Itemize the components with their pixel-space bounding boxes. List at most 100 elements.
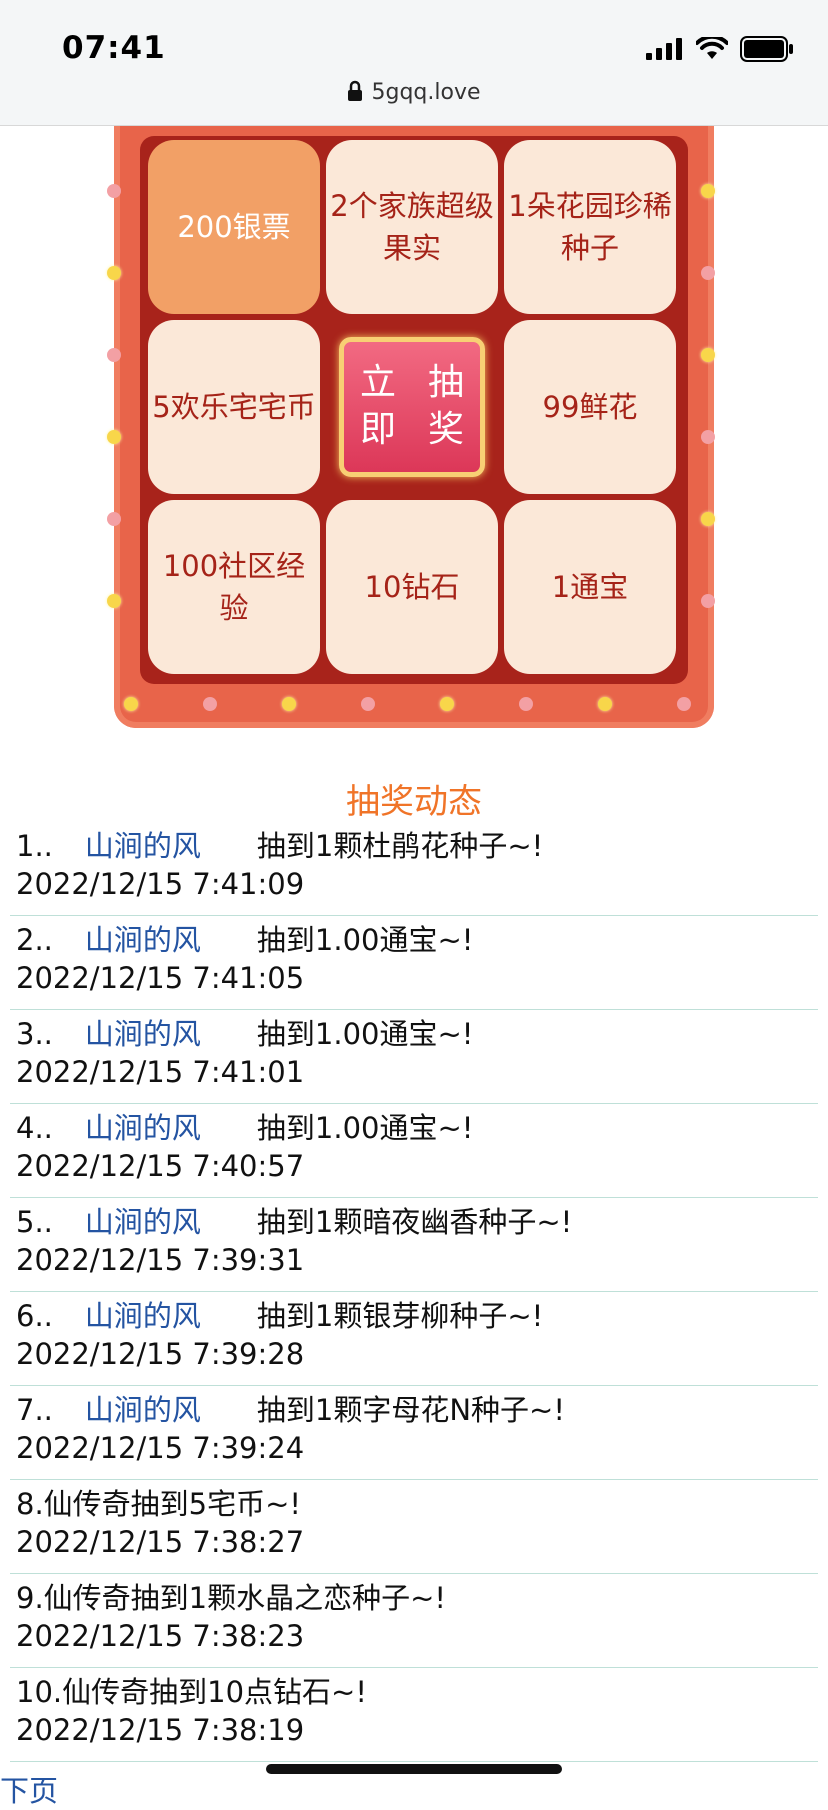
feed-item-line: 2.. 山涧的风 抽到1.00通宝~! (16, 916, 818, 959)
light-dot (282, 697, 296, 711)
feed-item-time: 2022/12/15 7:41:01 (16, 1055, 305, 1089)
feed-item-text: 抽到1颗暗夜幽香种子~! (256, 1205, 573, 1239)
feed-item-text: 抽到1颗银芽柳种子~! (256, 1299, 544, 1333)
feed-item-number: 7.. (16, 1393, 53, 1427)
feed-item-time: 2022/12/15 7:39:24 (16, 1431, 305, 1465)
feed-item-text: 仙传奇抽到1颗水晶之恋种子~! (43, 1581, 447, 1615)
url-text: 5gqq.love (371, 80, 481, 105)
feed-item-line: 3.. 山涧的风 抽到1.00通宝~! (16, 1010, 818, 1053)
feed-item: 7.. 山涧的风 抽到1颗字母花N种子~! 2022/12/15 7:39:24 (10, 1386, 818, 1480)
prize-cell-5: 99鲜花 (504, 320, 676, 494)
feed-item: 8.仙传奇抽到5宅币~! 2022/12/15 7:38:27 (10, 1480, 818, 1574)
lock-icon (347, 80, 363, 108)
feed-item-text: 仙传奇抽到10点钻石~! (62, 1675, 367, 1709)
feed-item-number: 5.. (16, 1205, 53, 1239)
prize-cell-2: 2个家族超级果实 (326, 140, 498, 314)
draw-button[interactable]: 立即 抽奖 (339, 337, 485, 477)
feed-title: 抽奖动态 (346, 782, 482, 822)
feed-item: 4.. 山涧的风 抽到1.00通宝~! 2022/12/15 7:40:57 (10, 1104, 818, 1198)
feed-item: 9.仙传奇抽到1颗水晶之恋种子~! 2022/12/15 7:38:23 (10, 1574, 818, 1668)
prize-cell-1: 200银票 (148, 140, 320, 314)
light-dot (124, 697, 138, 711)
light-dot (107, 348, 121, 362)
feed-item-number: 6.. (16, 1299, 53, 1333)
lottery-board: 200银票 2个家族超级果实 1朵花园珍稀种子 5欢乐宅宅币 立即 抽奖 99鲜花… (107, 110, 715, 728)
feed-item-number: 10. (16, 1675, 63, 1709)
battery-icon (740, 36, 793, 62)
signal-icon (646, 38, 682, 60)
feed-item-time: 2022/12/15 7:38:23 (16, 1619, 305, 1653)
feed-item-text: 仙传奇抽到5宅币~! (43, 1487, 302, 1521)
feed-item-line: 6.. 山涧的风 抽到1颗银芽柳种子~! (16, 1292, 818, 1335)
feed-item-number: 3.. (16, 1017, 53, 1051)
feed-item-user[interactable]: 山涧的风 (85, 923, 201, 957)
feed-item-user[interactable]: 山涧的风 (85, 1017, 201, 1051)
light-dot (440, 697, 454, 711)
feed-item-line: 5.. 山涧的风 抽到1颗暗夜幽香种子~! (16, 1198, 818, 1241)
light-dot (361, 697, 375, 711)
light-dot (701, 348, 715, 362)
feed-item-number: 4.. (16, 1111, 53, 1145)
feed-item: 3.. 山涧的风 抽到1.00通宝~! 2022/12/15 7:41:01 (10, 1010, 818, 1104)
light-dot (701, 512, 715, 526)
feed-item-user[interactable]: 山涧的风 (85, 1299, 201, 1333)
feed-item-user[interactable]: 山涧的风 (85, 1205, 201, 1239)
address-bar[interactable]: 5gqq.love (0, 80, 828, 108)
feed-item-line: 8.仙传奇抽到5宅币~! (16, 1480, 818, 1523)
prize-cell-3: 1朵花园珍稀种子 (504, 140, 676, 314)
feed-item-text: 抽到1颗字母花N种子~! (256, 1393, 565, 1427)
light-dot (598, 697, 612, 711)
feed-item: 5.. 山涧的风 抽到1颗暗夜幽香种子~! 2022/12/15 7:39:31 (10, 1198, 818, 1292)
prize-cell-6: 100社区经验 (148, 500, 320, 674)
feed-item-time: 2022/12/15 7:38:27 (16, 1525, 305, 1559)
light-dot (519, 697, 533, 711)
feed-item-time: 2022/12/15 7:40:57 (16, 1149, 305, 1183)
feed-item-line: 9.仙传奇抽到1颗水晶之恋种子~! (16, 1574, 818, 1617)
browser-top-bar: 07:41 5gqq.love (0, 0, 828, 126)
feed-item-time: 2022/12/15 7:39:31 (16, 1243, 305, 1277)
feed-item-user[interactable]: 山涧的风 (85, 1111, 201, 1145)
feed-item-line: 10.仙传奇抽到10点钻石~! (16, 1668, 818, 1711)
feed-item: 1.. 山涧的风 抽到1颗杜鹃花种子~! 2022/12/15 7:41:09 (10, 822, 818, 916)
prize-cell-8: 1通宝 (504, 500, 676, 674)
light-dot (701, 594, 715, 608)
feed-item: 2.. 山涧的风 抽到1.00通宝~! 2022/12/15 7:41:05 (10, 916, 818, 1010)
feed-item-number: 9. (16, 1581, 44, 1615)
feed-item-number: 1.. (16, 829, 53, 863)
light-dot (203, 697, 217, 711)
light-dot (107, 512, 121, 526)
feed-item-user[interactable]: 山涧的风 (85, 1393, 201, 1427)
light-dot (701, 430, 715, 444)
light-dot (107, 430, 121, 444)
feed-item: 10.仙传奇抽到10点钻石~! 2022/12/15 7:38:19 (10, 1668, 818, 1762)
feed-item-line: 1.. 山涧的风 抽到1颗杜鹃花种子~! (16, 822, 818, 865)
feed-item-time: 2022/12/15 7:41:09 (16, 867, 305, 901)
feed-item: 6.. 山涧的风 抽到1颗银芽柳种子~! 2022/12/15 7:39:28 (10, 1292, 818, 1386)
feed-item-line: 4.. 山涧的风 抽到1.00通宝~! (16, 1104, 818, 1147)
feed-item-number: 2.. (16, 923, 53, 957)
feed-item-line: 7.. 山涧的风 抽到1颗字母花N种子~! (16, 1386, 818, 1429)
prize-cell-7: 10钻石 (326, 500, 498, 674)
status-icons (646, 36, 794, 62)
feed-item-text: 抽到1.00通宝~! (256, 1017, 474, 1051)
feed-item-text: 抽到1.00通宝~! (256, 923, 474, 957)
feed-item-text: 抽到1.00通宝~! (256, 1111, 474, 1145)
feed-item-number: 8. (16, 1487, 44, 1521)
feed-list: 1.. 山涧的风 抽到1颗杜鹃花种子~! 2022/12/15 7:41:09 2.. 山… (10, 822, 818, 1762)
light-dot (701, 266, 715, 280)
home-indicator (266, 1764, 562, 1774)
prize-cell-4: 5欢乐宅宅币 (148, 320, 320, 494)
feed-item-time: 2022/12/15 7:39:28 (16, 1337, 305, 1371)
light-dot (701, 184, 715, 198)
prize-grid: 200银票 2个家族超级果实 1朵花园珍稀种子 5欢乐宅宅币 立即 抽奖 99鲜花… (140, 136, 688, 684)
feed-item-time: 2022/12/15 7:38:19 (16, 1713, 305, 1747)
next-page-link[interactable]: 下页 (0, 1768, 58, 1810)
feed-item-text: 抽到1颗杜鹃花种子~! (256, 829, 544, 863)
wifi-icon (696, 37, 728, 59)
feed-item-user[interactable]: 山涧的风 (85, 829, 201, 863)
light-dot (107, 266, 121, 280)
light-dot (107, 594, 121, 608)
light-dot (107, 184, 121, 198)
light-dot (677, 697, 691, 711)
feed-item-time: 2022/12/15 7:41:05 (16, 961, 305, 995)
